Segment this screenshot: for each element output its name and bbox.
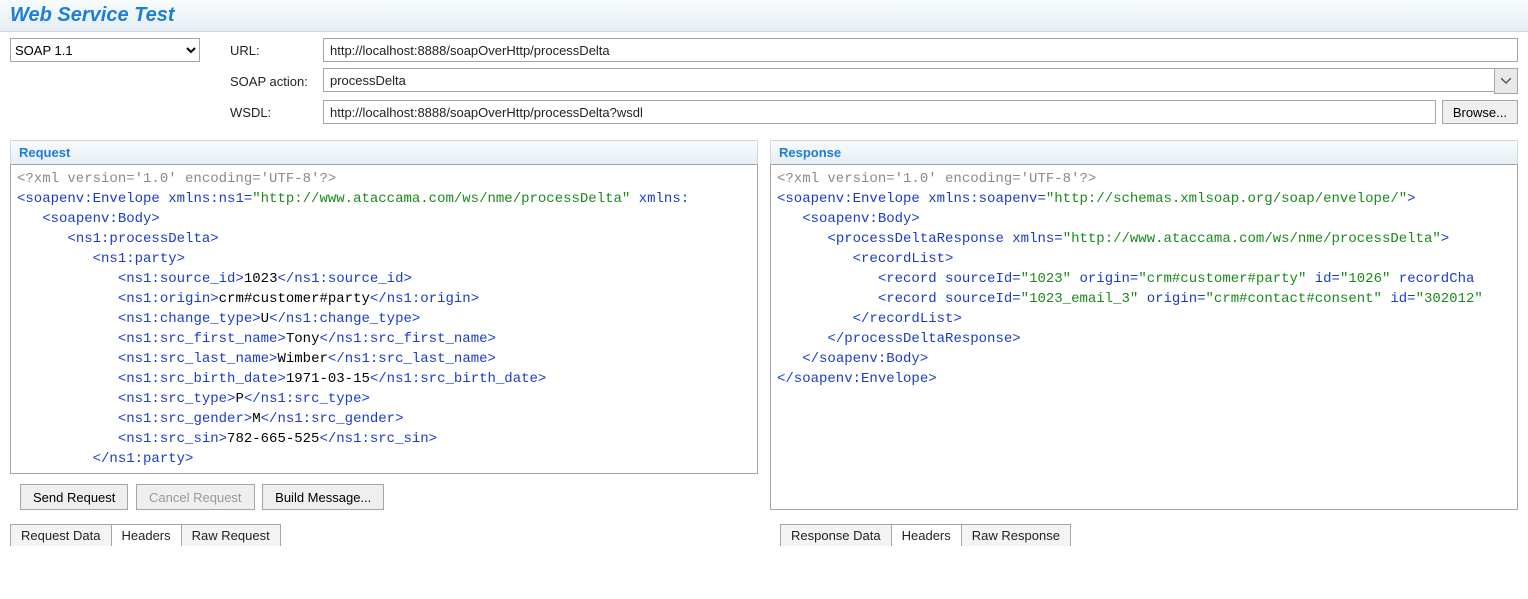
tab-request-headers[interactable]: Headers [111, 524, 182, 546]
tab-raw-request[interactable]: Raw Request [181, 524, 281, 546]
wsdl-input[interactable] [323, 100, 1436, 124]
response-tabs: Response Data Headers Raw Response [780, 524, 1518, 546]
response-pane: Response <?xml version='1.0' encoding='U… [770, 140, 1518, 520]
request-tabs: Request Data Headers Raw Request [10, 524, 748, 546]
request-pane: Request <?xml version='1.0' encoding='UT… [10, 140, 758, 520]
tab-response-headers[interactable]: Headers [891, 524, 962, 546]
browse-button[interactable]: Browse... [1442, 100, 1518, 124]
request-xml-content[interactable]: <?xml version='1.0' encoding='UTF-8'?> <… [11, 165, 757, 473]
url-label: URL: [230, 43, 323, 58]
tab-response-data[interactable]: Response Data [780, 524, 892, 546]
tab-request-data[interactable]: Request Data [10, 524, 112, 546]
row-soap-action: SOAP action: [10, 68, 1518, 94]
soap-action-input[interactable] [323, 68, 1494, 92]
build-message-button[interactable]: Build Message... [262, 484, 384, 510]
request-buttons: Send Request Cancel Request Build Messag… [20, 484, 748, 510]
soap-action-dropdown-button[interactable] [1494, 68, 1518, 94]
page-title: Web Service Test [10, 4, 1518, 27]
response-xml-content: <?xml version='1.0' encoding='UTF-8'?> <… [771, 165, 1517, 393]
soap-action-combo [323, 68, 1518, 94]
row-wsdl: WSDL: Browse... [10, 100, 1518, 124]
wsdl-label: WSDL: [230, 105, 323, 120]
send-request-button[interactable]: Send Request [20, 484, 128, 510]
soap-action-label: SOAP action: [230, 74, 323, 89]
request-xml-editor[interactable]: <?xml version='1.0' encoding='UTF-8'?> <… [10, 164, 758, 474]
cancel-request-button: Cancel Request [136, 484, 255, 510]
response-pane-title: Response [770, 140, 1518, 164]
response-xml-viewer[interactable]: <?xml version='1.0' encoding='UTF-8'?> <… [770, 164, 1518, 510]
url-input[interactable] [323, 38, 1518, 62]
tab-raw-response[interactable]: Raw Response [961, 524, 1071, 546]
protocol-select[interactable]: SOAP 1.1 [10, 38, 200, 62]
chevron-down-icon [1501, 78, 1511, 84]
row-url: SOAP 1.1 URL: [10, 38, 1518, 62]
request-pane-title: Request [10, 140, 758, 164]
title-bar: Web Service Test [0, 0, 1528, 32]
